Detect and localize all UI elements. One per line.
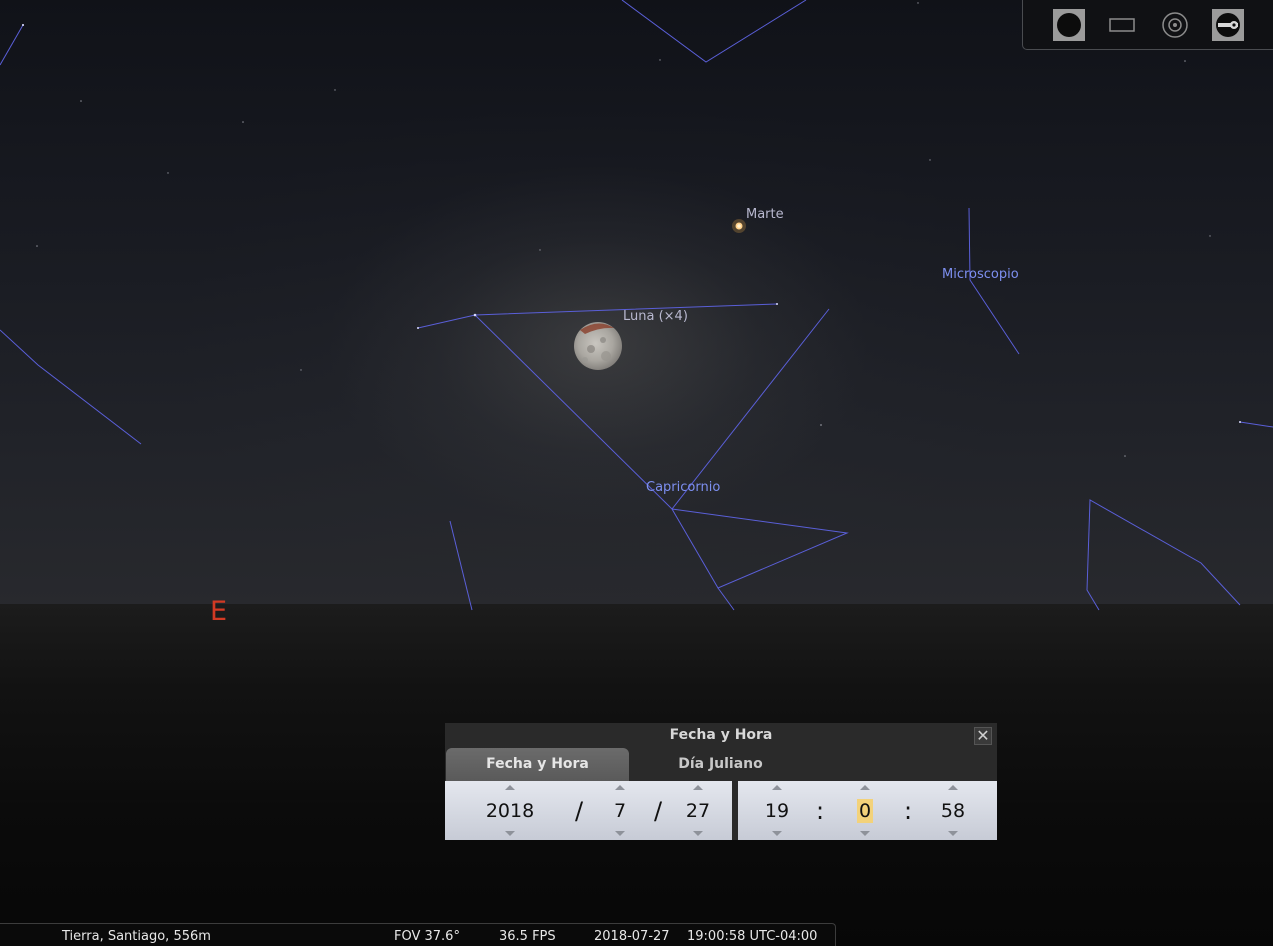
date-separator: / <box>574 797 584 825</box>
date-separator: / <box>653 797 663 825</box>
time-panel: 19 : 0 : 58 <box>738 781 997 840</box>
minute-up-arrow-icon[interactable] <box>860 785 870 790</box>
background-stars <box>22 2 1211 457</box>
close-icon[interactable]: ✕ <box>974 727 992 745</box>
time-separator: : <box>903 797 913 825</box>
minute-down-arrow-icon[interactable] <box>860 831 870 836</box>
year-down-arrow-icon[interactable] <box>505 831 515 836</box>
tab-fecha-y-hora[interactable]: Fecha y Hora <box>446 748 629 781</box>
second-up-arrow-icon[interactable] <box>948 785 958 790</box>
day-spinbox[interactable]: 27 <box>683 799 713 823</box>
constellation-lines <box>0 0 1273 611</box>
mars-label: Marte <box>746 207 784 222</box>
time-separator: : <box>815 797 825 825</box>
moon-planet <box>574 322 622 370</box>
second-spinbox[interactable]: 58 <box>938 799 968 823</box>
day-up-arrow-icon[interactable] <box>693 785 703 790</box>
date-time-dialog: Fecha y Hora ✕ Fecha y Hora Día Juliano … <box>445 723 997 840</box>
status-bar: Tierra, Santiago, 556m FOV 37.6° 36.5 FP… <box>0 923 836 946</box>
day-down-arrow-icon[interactable] <box>693 831 703 836</box>
year-up-arrow-icon[interactable] <box>505 785 515 790</box>
target-icon[interactable] <box>1159 9 1191 41</box>
month-down-arrow-icon[interactable] <box>615 831 625 836</box>
wrench-icon[interactable] <box>1212 9 1244 41</box>
constellation-stars <box>22 24 1241 423</box>
minute-spinbox[interactable]: 0 <box>857 799 873 823</box>
top-right-toolbar <box>1022 0 1273 50</box>
mars-planet <box>732 219 746 233</box>
hour-up-arrow-icon[interactable] <box>772 785 782 790</box>
month-spinbox[interactable]: 7 <box>608 799 632 823</box>
time-text: 19:00:58 UTC-04:00 <box>687 929 818 944</box>
month-up-arrow-icon[interactable] <box>615 785 625 790</box>
fov-text: FOV 37.6° <box>394 929 460 944</box>
year-spinbox[interactable]: 2018 <box>483 799 537 823</box>
tab-dia-juliano[interactable]: Día Juliano <box>629 748 812 781</box>
hour-spinbox[interactable]: 19 <box>762 799 792 823</box>
rectangle-icon[interactable] <box>1106 9 1138 41</box>
date-text: 2018-07-27 <box>594 929 670 944</box>
sky-view[interactable]: Marte Luna (×4) Microscopio Capricornio … <box>0 0 1273 946</box>
location-text: Tierra, Santiago, 556m <box>62 929 211 944</box>
second-down-arrow-icon[interactable] <box>948 831 958 836</box>
circle-icon[interactable] <box>1053 9 1085 41</box>
constellation-label-capricornio: Capricornio <box>646 480 721 495</box>
moon-label: Luna (×4) <box>623 309 688 324</box>
cardinal-east-label: E <box>210 596 228 627</box>
date-panel: 2018 / 7 / 27 <box>445 781 732 840</box>
constellation-label-microscopio: Microscopio <box>942 267 1019 282</box>
dialog-title: Fecha y Hora <box>669 727 773 743</box>
hour-down-arrow-icon[interactable] <box>772 831 782 836</box>
fps-text: 36.5 FPS <box>499 929 556 944</box>
